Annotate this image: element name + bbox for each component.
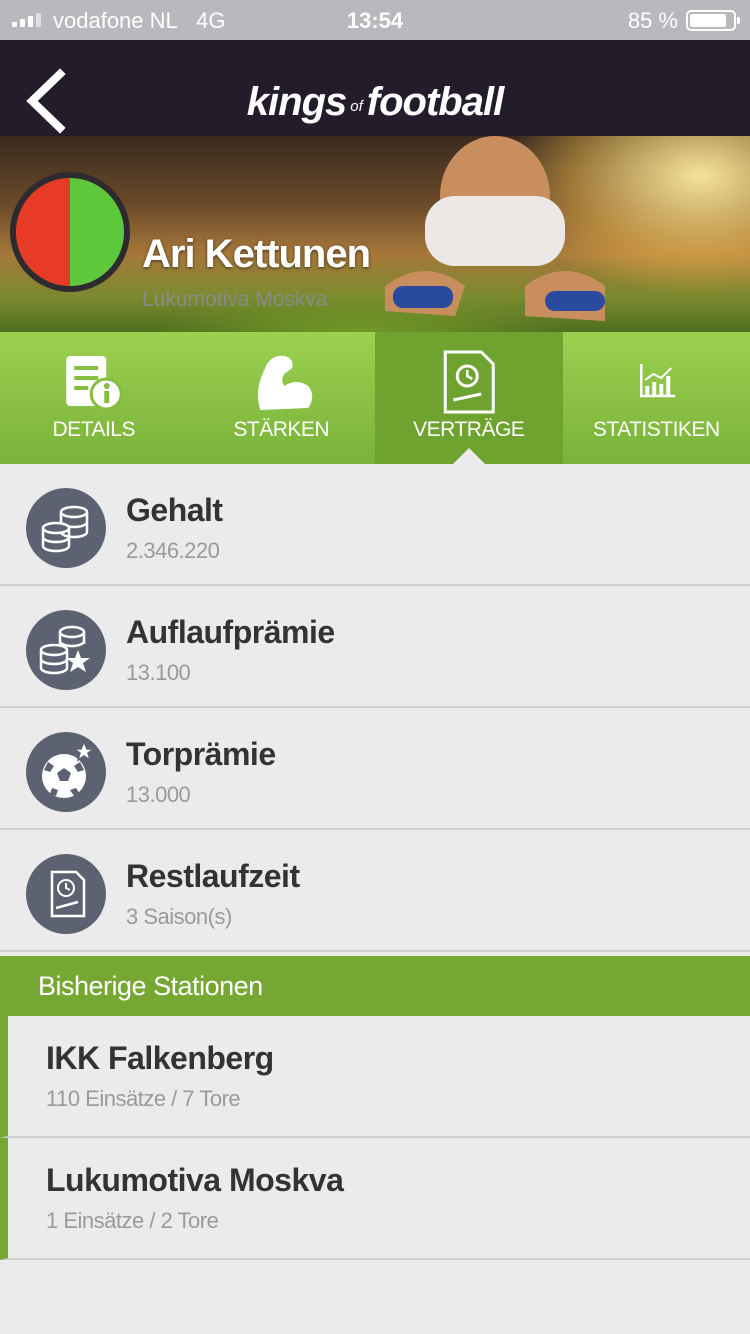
status-bar: vodafone NL 4G 13:54 85 % (0, 0, 750, 40)
coins-icon (41, 505, 89, 553)
contract-item-restlaufzeit: Restlaufzeit 3 Saison(s) (0, 830, 750, 952)
contract-value: 2.346.220 (126, 538, 220, 563)
station-stats: 1 Einsätze / 2 Tore (46, 1208, 219, 1233)
tab-vertraege[interactable]: VERTRÄGE (375, 332, 563, 464)
contract-item-gehalt: Gehalt 2.346.220 (0, 464, 750, 586)
contract-item-auflaufpraemie: Auflaufprämie 13.100 (0, 586, 750, 708)
player-name: Ari Kettunen (142, 232, 371, 276)
battery-percent: 85 % (627, 8, 678, 33)
station-item[interactable]: Lukumotiva Moskva 1 Einsätze / 2 Tore (0, 1138, 750, 1260)
contract-icon (443, 350, 495, 414)
contract-clock-icon (50, 870, 86, 918)
contract-value: 13.100 (126, 660, 191, 685)
contract-value: 3 Saison(s) (126, 904, 232, 929)
contract-list: Gehalt 2.346.220 Auflaufprämie 13.100 To… (0, 464, 750, 952)
station-club: IKK Falkenberg (46, 1040, 274, 1076)
contract-title: Gehalt (126, 492, 223, 528)
stations-header: Bisherige Stationen (0, 956, 750, 1016)
tab-staerken[interactable]: STÄRKEN (188, 332, 376, 464)
tab-statistiken[interactable]: STATISTIKEN (563, 332, 750, 464)
ball-star-icon (42, 740, 97, 798)
player-header: Ari Kettunen Lukumotiva Moskva (0, 136, 750, 332)
nav-bar: kings of football (0, 40, 750, 136)
station-item[interactable]: IKK Falkenberg 110 Einsätze / 7 Tore (0, 1016, 750, 1138)
contract-item-torpraemie: Torprämie 13.000 (0, 708, 750, 830)
contract-value: 13.000 (126, 782, 191, 807)
tab-details[interactable]: DETAILS (0, 332, 188, 464)
hero-background-image (385, 136, 605, 321)
battery-icon (686, 10, 740, 31)
station-club: Lukumotiva Moskva (46, 1162, 344, 1198)
player-club: Lukumotiva Moskva (142, 288, 328, 311)
app-logo: kings of football (246, 80, 504, 124)
stations-list: IKK Falkenberg 110 Einsätze / 7 Tore Luk… (0, 1016, 750, 1260)
bar-chart-icon (639, 364, 675, 398)
document-info-icon (66, 356, 123, 411)
club-avatar (10, 172, 130, 292)
contract-title: Auflaufprämie (126, 614, 335, 650)
contract-title: Restlaufzeit (126, 858, 300, 894)
flexed-arm-icon (257, 355, 312, 410)
coins-star-icon (39, 625, 90, 675)
contract-title: Torprämie (126, 736, 276, 772)
tab-bar: DETAILS STÄRKEN VERTRÄGE STATISTIKEN (0, 332, 750, 464)
station-stats: 110 Einsätze / 7 Tore (46, 1086, 241, 1111)
